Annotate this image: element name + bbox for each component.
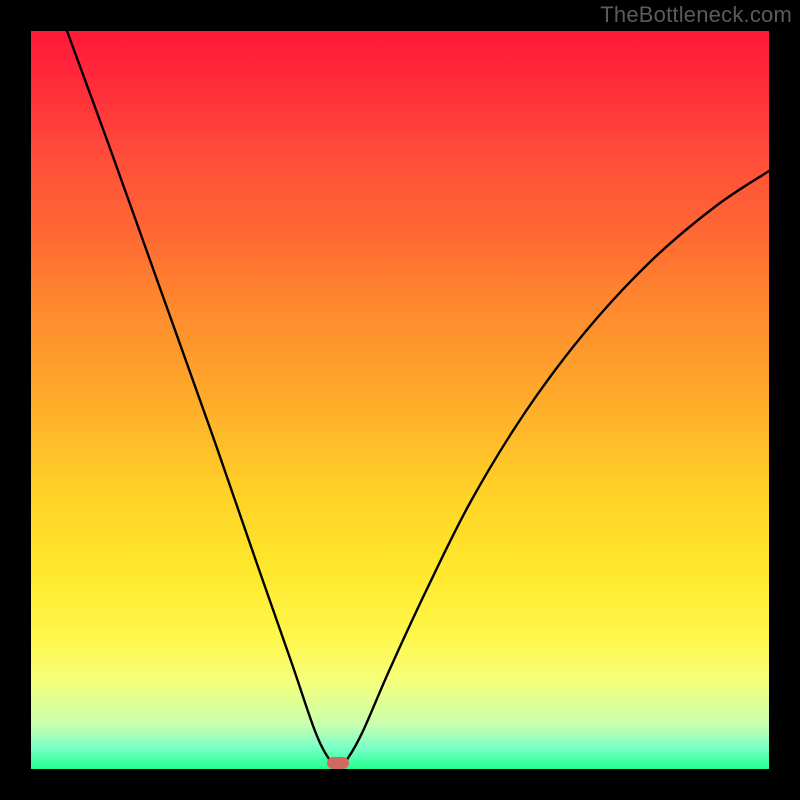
- chart-frame: TheBottleneck.com: [0, 0, 800, 800]
- plot-gradient-area: [31, 31, 769, 769]
- minimum-marker: [327, 757, 349, 769]
- watermark-text: TheBottleneck.com: [600, 2, 792, 28]
